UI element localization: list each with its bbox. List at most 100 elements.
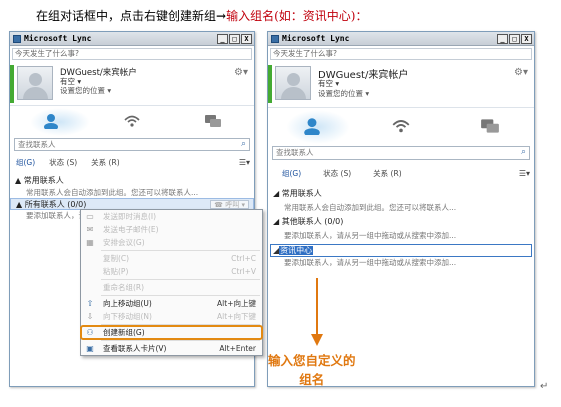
minimize-button[interactable]: _ [497,33,508,44]
presence-label: 有空 [318,79,333,88]
menu-item-move-group-up[interactable]: ⇧ 向上移动组(U) Alt+向上键 [81,297,262,310]
menu-item-create-new-group[interactable]: ⚇ 创建新组(G) [80,325,263,340]
menu-item-label: 复制(C) [103,254,130,263]
location-dropdown[interactable]: 设置您的位置 ▾ [318,88,369,99]
caption-text: 在组对话框中，点击右键创建新组 [36,9,217,23]
location-dropdown[interactable]: 设置您的位置 ▾ [60,85,111,96]
filter-relationship-tab[interactable]: 关系 (R) [373,168,401,179]
instruction-caption: 在组对话框中，点击右键创建新组→输入组名(如：资讯中心)： [36,7,367,24]
shortcut-label: Alt+Enter [219,344,256,353]
minimize-button[interactable]: _ [217,33,228,44]
menu-separator [101,279,260,280]
filter-bar: 组(G) 状态 (S) 关系 (R) ☰▾ [268,166,534,180]
group-other-contacts[interactable]: ◢ 其他联系人 (0/0) [268,216,534,230]
activity-tab-icon[interactable] [390,116,412,136]
tab-bar [10,106,254,136]
options-gear-icon[interactable]: ⚙▾ [514,67,528,78]
filter-relationship-tab[interactable]: 关系 (R) [91,157,119,168]
close-button[interactable]: X [241,33,252,44]
activity-tab-icon[interactable] [121,111,143,131]
conversations-tab-icon[interactable] [202,111,224,131]
search-input[interactable]: 查找联系人 ⌕ [272,146,530,160]
new-group-name-text: 资讯中心 [279,246,314,255]
menu-item-label: 发送电子邮件(E) [103,225,159,234]
mail-icon: ✉ [86,225,94,234]
location-label: 设置您的位置 [60,86,105,95]
profile-area: DWGuest/来宾帐户 有空 ▾ 设置您的位置 ▾ ⚙▾ [268,62,534,108]
menu-item-copy[interactable]: 复制(C) Ctrl+C [81,252,262,265]
filter-status-tab[interactable]: 状态 (S) [49,157,77,168]
group-label: 常用联系人 [281,189,322,198]
conversations-tab-icon[interactable] [479,116,501,136]
filter-bar: 组(G) 状态 (S) 关系 (R) ☰▾ [10,155,254,169]
title-bar: Microsoft Lync _ □ X [268,32,534,46]
maximize-button[interactable]: □ [229,33,240,44]
contacts-tab-icon[interactable] [40,111,62,131]
title-bar: Microsoft Lync _ □ X [10,32,254,46]
menu-item-rename-group[interactable]: 重命名组(R) [81,281,262,294]
annotation-text: 输入您自定义的 组名 [268,350,356,388]
filter-groups-tab[interactable]: 组(G) [282,168,301,179]
close-button[interactable]: X [521,33,532,44]
menu-item-move-group-down[interactable]: ⇩ 向下移动组(N) Alt+向下键 [81,310,262,323]
call-label: 呼叫 [225,201,240,209]
menu-item-send-email[interactable]: ✉ 发送电子邮件(E) [81,223,262,236]
app-icon [271,34,279,43]
profile-area: DWGuest/来宾帐户 有空 ▾ 设置您的位置 ▾ ⚙▾ [10,62,254,106]
shortcut-label: Ctrl+V [231,267,256,276]
shortcut-label: Ctrl+C [231,254,256,263]
filter-status-tab[interactable]: 状态 (S) [323,168,351,179]
menu-item-label: 安排会议(G) [103,238,145,247]
status-input[interactable]: 今天发生了什么事? [12,48,252,60]
group-frequent[interactable]: ▲ 常用联系人 [10,175,254,187]
avatar[interactable] [275,66,311,100]
search-icon[interactable]: ⌕ [241,139,246,150]
menu-item-label: 创建新组(G) [103,328,145,337]
status-input[interactable]: 今天发生了什么事? [270,48,532,60]
group-label: 常用联系人 [23,176,64,185]
menu-item-label: 向上移动组(U) [103,299,152,308]
window-title: Microsoft Lync [282,34,350,43]
menu-separator [101,324,260,325]
new-group-name-input[interactable]: ◢资讯中心 [270,244,532,257]
up-arrow-icon: ⇧ [86,299,94,308]
menu-item-view-contact-card[interactable]: ▣ 查看联系人卡片(V) Alt+Enter [81,342,262,355]
menu-item-label: 向下移动组(N) [103,312,152,321]
maximize-button[interactable]: □ [509,33,520,44]
avatar[interactable] [17,66,53,100]
window-title: Microsoft Lync [24,34,92,43]
caption-highlight: 输入组名(如：资讯中心)： [226,9,368,23]
annotation-line-1: 输入您自定义的 [268,353,356,368]
options-gear-icon[interactable]: ⚙▾ [234,67,248,78]
search-icon[interactable]: ⌕ [521,147,526,158]
filter-groups-tab[interactable]: 组(G) [16,157,35,168]
view-options-icon[interactable]: ☰▾ [239,158,250,167]
menu-item-paste[interactable]: 粘贴(P) Ctrl+V [81,265,262,278]
new-group-icon: ⚇ [86,328,94,337]
chat-icon: ▭ [86,212,94,221]
group-label: 所有联系人 (0/0) [24,200,87,209]
menu-item-label: 查看联系人卡片(V) [103,344,167,353]
location-label: 设置您的位置 [318,89,363,98]
menu-item-schedule-meeting[interactable]: ▦ 安排会议(G) [81,236,262,249]
search-input[interactable]: 查找联系人 ⌕ [14,138,250,151]
shortcut-label: Alt+向上键 [217,299,256,308]
view-options-icon[interactable]: ☰▾ [519,169,530,178]
context-menu: ▭ 发送即时消息(I) ✉ 发送电子邮件(E) ▦ 安排会议(G) 复制(C) Ctrl… [80,209,263,356]
group-frequent[interactable]: ◢ 常用联系人 [268,188,534,202]
group-hint: 要添加联系人，请从另一组中拖动或从搜索中添加... [284,231,457,240]
search-placeholder: 查找联系人 [276,148,314,157]
arrow-icon: → [216,9,227,23]
group-hint: 常用联系人会自动添加到此组。您还可以将联系人... [284,203,457,212]
contacts-tab-icon[interactable] [301,116,323,136]
call-button[interactable]: ☎ 呼叫 ▾ [210,200,249,209]
meeting-icon: ▦ [86,238,94,247]
group-hint: 常用联系人会自动添加到此组。您还可以将联系人... [26,188,199,197]
paragraph-mark: ↵ [540,381,549,392]
group-label: 其他联系人 (0/0) [281,217,344,226]
menu-separator [101,250,260,251]
menu-item-send-im[interactable]: ▭ 发送即时消息(I) [81,210,262,223]
menu-separator [101,295,260,296]
app-icon [13,34,21,43]
tab-bar [268,108,534,144]
